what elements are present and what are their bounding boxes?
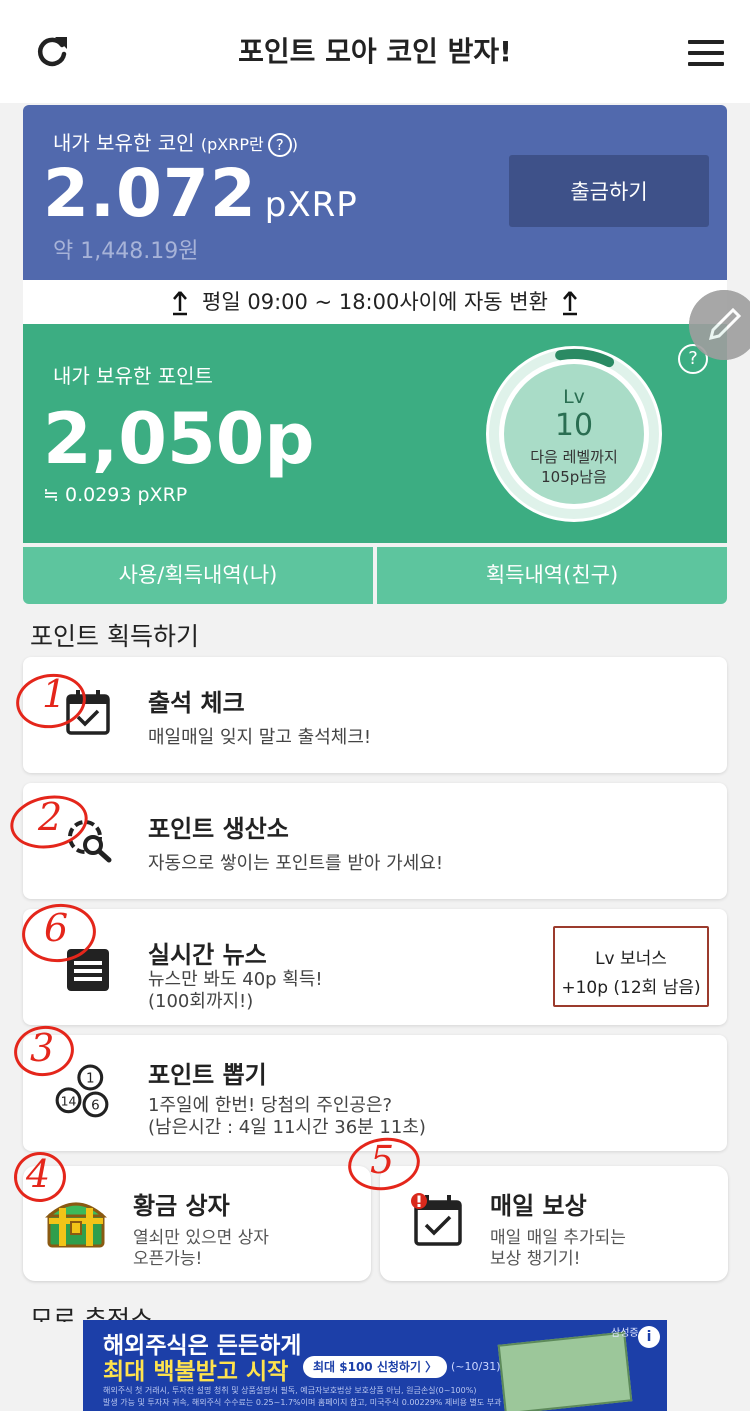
item-title: 매일 보상 <box>490 1192 587 1220</box>
conversion-notice: 평일 09:00 ~ 18:00사이에 자동 변환 <box>23 280 727 324</box>
ad-cta-button[interactable]: 최대 $100 신청하기 〉 <box>303 1356 448 1378</box>
treasure-chest-icon <box>45 1202 107 1248</box>
ad-disclaimer: 해외주식 첫 거래시, 투자전 설명 청취 및 상품설명서 필독, 예금자보호법… <box>103 1386 477 1395</box>
points-balance-card: 내가 보유한 포인트 2,050p ≒ 0.0293 pXRP ? Lv 10 … <box>23 324 727 543</box>
coin-krw-value: 약 1,448.19원 <box>53 239 199 264</box>
arrow-up-icon <box>562 291 577 316</box>
item-desc: 자동으로 쌓이는 포인트를 받아 가세요! <box>148 853 444 874</box>
next-section-title: 모로 추전소 <box>30 1305 153 1322</box>
arrow-up-icon <box>173 291 188 316</box>
next-level-remaining: 105p남음 <box>541 468 607 486</box>
ad-period: (~10/31) <box>451 1360 501 1373</box>
level-gauge: Lv 10 다음 레벨까지 105p남음 <box>482 342 666 526</box>
news-icon <box>67 949 109 991</box>
edit-pencil-icon[interactable] <box>689 290 750 360</box>
friend-history-button[interactable]: 획득내역(친구) <box>377 547 727 604</box>
withdraw-button[interactable]: 출금하기 <box>509 155 709 227</box>
points-amount: 2,050p <box>43 398 315 480</box>
coin-balance-card: 내가 보유한 코인 (pXRP란?) 2.072 pXRP 약 1,448.19원… <box>23 105 727 280</box>
calendar-alert-icon <box>411 1193 462 1246</box>
help-icon[interactable]: ? <box>267 132 292 157</box>
top-bar: 포인트 모아 코인 받자! <box>0 0 750 103</box>
earn-points-title: 포인트 획득하기 <box>30 622 199 651</box>
dollar-bill-image <box>497 1331 633 1411</box>
coin-amount: 2.072 pXRP <box>43 155 358 232</box>
points-converted: ≒ 0.0293 pXRP <box>43 484 188 506</box>
coin-label: 내가 보유한 코인 (pXRP란?) <box>53 131 298 157</box>
level-bonus-badge: Lv 보너스 +10p (12회 남음) <box>553 926 709 1007</box>
lottery-balls-icon: 1 14 6 <box>55 1064 109 1118</box>
svg-text:1: 1 <box>86 1072 95 1087</box>
item-desc-sub: (100회까지!) <box>148 991 254 1012</box>
point-lottery-item[interactable]: 1 14 6 포인트 뽑기 1주일에 한번! 당첨의 주인공은? (남은시간 :… <box>23 1035 727 1151</box>
my-history-button[interactable]: 사용/획득내역(나) <box>23 547 373 604</box>
calendar-check-icon <box>66 690 110 735</box>
info-icon[interactable]: i <box>638 1326 660 1348</box>
item-desc-sub: 오픈가능! <box>133 1249 203 1269</box>
item-title: 출석 체크 <box>148 689 245 717</box>
next-level-text: 다음 레벨까지 <box>530 448 618 466</box>
ad-banner[interactable]: 해외주식은 든든하게 최대 백불받고 시작 최대 $100 신청하기 〉 (~1… <box>83 1320 667 1411</box>
ad-brand: 삼성증 <box>611 1328 639 1339</box>
level-label: Lv <box>563 386 585 408</box>
level-number: 10 <box>554 408 594 443</box>
item-title: 황금 상자 <box>133 1192 230 1220</box>
svg-text:6: 6 <box>91 1099 100 1114</box>
item-desc: 매일매일 잊지 말고 출석체크! <box>148 727 372 748</box>
svg-text:14: 14 <box>61 1093 77 1108</box>
points-label: 내가 보유한 포인트 <box>53 364 213 388</box>
search-gear-icon <box>68 820 112 863</box>
item-desc-sub: (남은시간 : 4일 11시간 36분 11초) <box>148 1117 426 1138</box>
item-title: 포인트 생산소 <box>148 815 289 843</box>
realtime-news-item[interactable]: 실시간 뉴스 뉴스만 봐도 40p 획득! (100회까지!) Lv 보너스 +… <box>23 909 727 1025</box>
attendance-check-item[interactable]: 출석 체크 매일매일 잊지 말고 출석체크! <box>23 657 727 773</box>
golden-chest-item[interactable]: 황금 상자 열쇠만 있으면 상자 오픈가능! <box>23 1166 371 1281</box>
item-title: 포인트 뽑기 <box>148 1061 267 1089</box>
hamburger-menu-icon[interactable] <box>688 40 724 66</box>
daily-reward-item[interactable]: 매일 보상 매일 매일 추가되는 보상 챙기기! <box>380 1166 728 1281</box>
ad-disclaimer: 발생 가능 및 투자자 귀속, 해외주식 수수료는 0.25~1.7%이며 홈페… <box>103 1398 502 1407</box>
item-desc-sub: 보상 챙기기! <box>490 1249 581 1269</box>
point-factory-item[interactable]: 포인트 생산소 자동으로 쌓이는 포인트를 받아 가세요! <box>23 783 727 899</box>
ad-subheadline: 최대 백불받고 시작 <box>103 1359 289 1385</box>
page-title: 포인트 모아 코인 받자! <box>238 35 512 68</box>
